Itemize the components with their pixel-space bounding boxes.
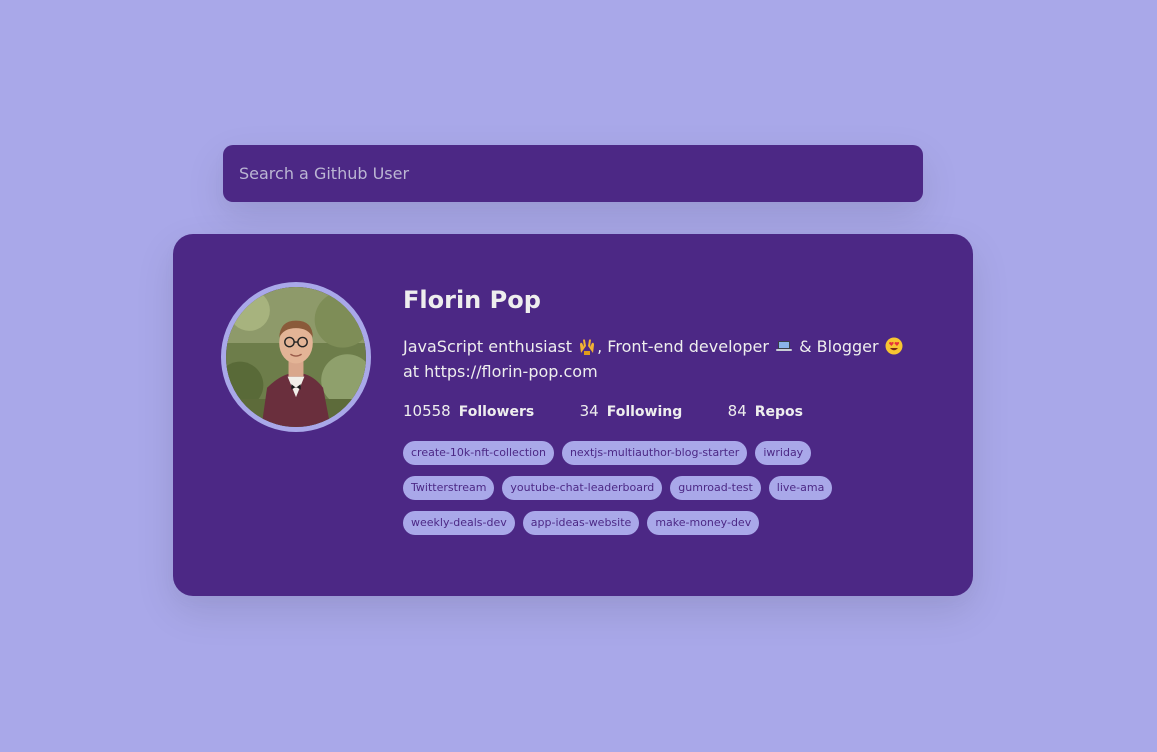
bio-text-4: at https://florin-pop.com: [403, 362, 598, 381]
heart-eyes-icon: [885, 337, 903, 355]
bio-text-3: & Blogger: [799, 337, 879, 356]
search-form: [223, 145, 923, 202]
repos-stat: 84 Repos: [728, 400, 803, 423]
raising-hands-icon: [580, 339, 595, 355]
followers-label: Followers: [458, 404, 535, 420]
followers-count: 10558: [403, 402, 451, 420]
repo-link[interactable]: make-money-dev: [647, 511, 760, 535]
followers-stat: 10558 Followers: [403, 400, 534, 423]
repos-count: 84: [727, 402, 747, 420]
repo-link[interactable]: create-10k-nft-collection: [403, 441, 554, 465]
repo-link[interactable]: youtube-chat-leaderboard: [502, 476, 663, 500]
user-info: Florin Pop JavaScript enthusiast , Front…: [403, 284, 923, 535]
user-card: Florin Pop JavaScript enthusiast , Front…: [173, 234, 973, 596]
user-bio: JavaScript enthusiast , Front-end develo…: [403, 334, 923, 384]
repo-link[interactable]: gumroad-test: [670, 476, 761, 500]
bio-text-2: , Front-end developer: [597, 337, 769, 356]
laptop-icon: [775, 341, 792, 351]
repo-link[interactable]: iwriday: [755, 441, 812, 465]
repo-link[interactable]: Twitterstream: [403, 476, 495, 500]
bio-text-1: JavaScript enthusiast: [403, 337, 573, 356]
user-name: Florin Pop: [403, 286, 541, 314]
avatar: [221, 282, 371, 432]
following-count: 34: [579, 402, 599, 420]
search-input[interactable]: [223, 145, 923, 202]
repo-list: create-10k-nft-collection nextjs-multiau…: [403, 441, 883, 535]
repo-link[interactable]: nextjs-multiauthor-blog-starter: [561, 441, 748, 465]
avatar-photo: [226, 287, 366, 427]
repo-link[interactable]: weekly-deals-dev: [403, 511, 515, 535]
user-stats: 10558 Followers 34 Following 84 Repos: [403, 400, 803, 423]
following-label: Following: [606, 404, 683, 420]
repo-link[interactable]: live-ama: [768, 476, 833, 500]
repo-link[interactable]: app-ideas-website: [522, 511, 640, 535]
repos-label: Repos: [754, 404, 803, 420]
following-stat: 34 Following: [580, 400, 683, 423]
